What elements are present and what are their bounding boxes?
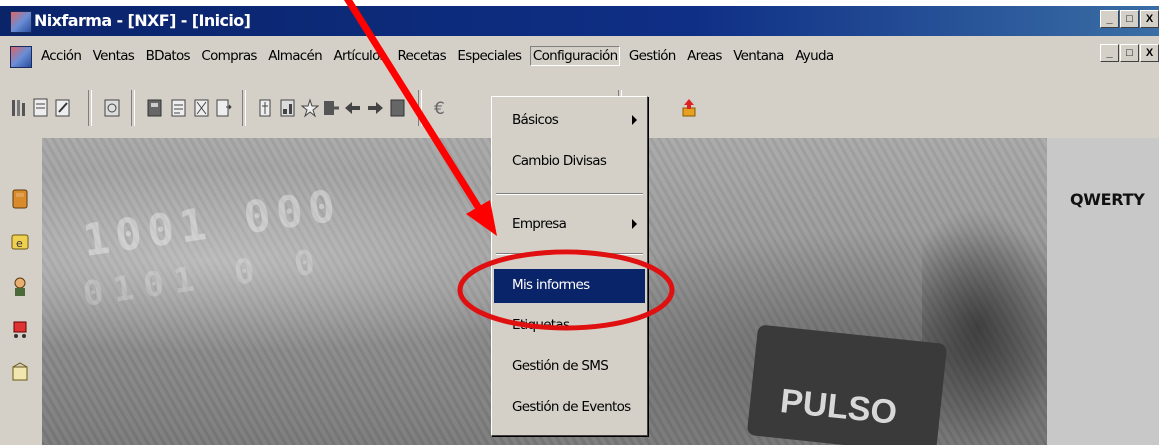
menu-item-label: Básicos — [512, 112, 559, 128]
toolbar-icon-6[interactable] — [170, 97, 188, 119]
configuracion-dropdown: Básicos Cambio Divisas Empresa Mis infor… — [491, 96, 648, 436]
toolbar-icon-7[interactable] — [193, 97, 211, 119]
close-button[interactable]: X — [1140, 10, 1159, 28]
menu-items: Acción Ventas BDatos Compras Almacén Art… — [38, 46, 837, 66]
right-arrow-icon[interactable] — [366, 97, 384, 119]
toolbar-icon-5[interactable] — [146, 97, 164, 119]
menu-almacen[interactable]: Almacén — [265, 46, 325, 66]
menu-accion[interactable]: Acción — [38, 46, 84, 66]
submenu-arrow-icon — [632, 115, 637, 125]
menu-item-gestion-sms[interactable]: Gestión de SMS — [494, 350, 645, 384]
menu-item-label: Mis informes — [512, 277, 590, 293]
star-icon[interactable] — [301, 97, 319, 119]
minimize-button[interactable]: _ — [1100, 10, 1119, 28]
menu-ventana[interactable]: Ventana — [730, 46, 787, 66]
toolbar-icon-10[interactable] — [279, 97, 297, 119]
right-panel — [1047, 138, 1159, 445]
upload-icon[interactable] — [680, 97, 698, 119]
menu-item-mis-informes[interactable]: Mis informes — [494, 269, 645, 303]
toolbar-icon-2[interactable] — [32, 97, 50, 119]
menu-item-label: Gestión de SMS — [512, 358, 609, 374]
menu-item-label: Cambio Divisas — [512, 153, 607, 169]
mdi-close-button[interactable]: X — [1140, 44, 1159, 62]
menu-item-gestion-eventos[interactable]: Gestión de Eventos — [494, 391, 645, 425]
menu-item-cambio-divisas[interactable]: Cambio Divisas — [494, 145, 645, 179]
submenu-arrow-icon — [632, 219, 637, 229]
toolbar-icon-4[interactable] — [103, 97, 121, 119]
menu-gestion[interactable]: Gestión — [626, 46, 679, 66]
app-icon[interactable] — [10, 11, 32, 33]
mdi-child-icon[interactable] — [10, 46, 32, 68]
package-icon[interactable] — [10, 361, 30, 383]
menu-articulos[interactable]: Artículos — [330, 46, 389, 66]
menu-ayuda[interactable]: Ayuda — [792, 46, 836, 66]
menu-item-label: Etiquetas — [512, 317, 570, 333]
menu-item-etiquetas[interactable]: Etiquetas — [494, 309, 645, 343]
left-sidebar: e — [0, 138, 42, 445]
toolbar-icon-1[interactable] — [10, 97, 28, 119]
toolbar-icon-15[interactable] — [389, 97, 407, 119]
toolbar-separator — [131, 90, 135, 126]
toolbar-separator — [88, 90, 92, 126]
menu-item-basicos[interactable]: Básicos — [494, 104, 645, 138]
svg-text:€: € — [434, 99, 445, 119]
menu-areas[interactable]: Areas — [684, 46, 725, 66]
menu-compras[interactable]: Compras — [198, 46, 259, 66]
euro-icon[interactable]: € — [432, 97, 450, 119]
maximize-button[interactable]: □ — [1120, 10, 1139, 28]
toolbar-icon-12[interactable] — [322, 97, 340, 119]
menu-item-label: Gestión de Eventos — [512, 399, 631, 415]
background-shadow — [922, 208, 1062, 445]
window-controls: _ □ X — [1099, 10, 1159, 28]
menu-bar: Acción Ventas BDatos Compras Almacén Art… — [0, 36, 1159, 76]
toolbar-separator — [242, 90, 246, 126]
svg-text:e: e — [16, 237, 23, 250]
menu-ventas[interactable]: Ventas — [90, 46, 137, 66]
money-icon[interactable]: e — [10, 231, 30, 253]
user-icon[interactable] — [10, 276, 30, 298]
window-title: Nixfarma - [NXF] - [Inicio] — [34, 11, 251, 30]
company-label: QWERTY — [1070, 190, 1145, 209]
toolbar-separator — [418, 90, 422, 126]
menu-configuracion[interactable]: Configuración — [529, 46, 621, 66]
title-bar[interactable]: Nixfarma - [NXF] - [Inicio] _ □ X — [0, 6, 1159, 36]
menu-especiales[interactable]: Especiales — [454, 46, 524, 66]
menu-recetas[interactable]: Recetas — [394, 46, 449, 66]
menu-item-label: Empresa — [512, 216, 567, 232]
menu-separator — [496, 253, 643, 255]
nixfarma-window: Nixfarma - [NXF] - [Inicio] _ □ X Acción V… — [0, 0, 1159, 445]
menu-bdatos[interactable]: BDatos — [143, 46, 193, 66]
toolbar-icon-8[interactable] — [215, 97, 233, 119]
menu-separator — [496, 193, 643, 195]
toolbar-icon-3[interactable] — [54, 97, 72, 119]
cart-icon[interactable] — [10, 318, 30, 340]
left-arrow-icon[interactable] — [344, 97, 362, 119]
mdi-minimize-button[interactable]: _ — [1100, 44, 1119, 62]
mdi-maximize-button[interactable]: □ — [1120, 44, 1139, 62]
menu-item-empresa[interactable]: Empresa — [494, 208, 645, 242]
ticket-icon[interactable] — [10, 188, 30, 210]
toolbar-icon-9[interactable] — [257, 97, 275, 119]
mdi-controls: _ □ X — [1099, 44, 1159, 62]
